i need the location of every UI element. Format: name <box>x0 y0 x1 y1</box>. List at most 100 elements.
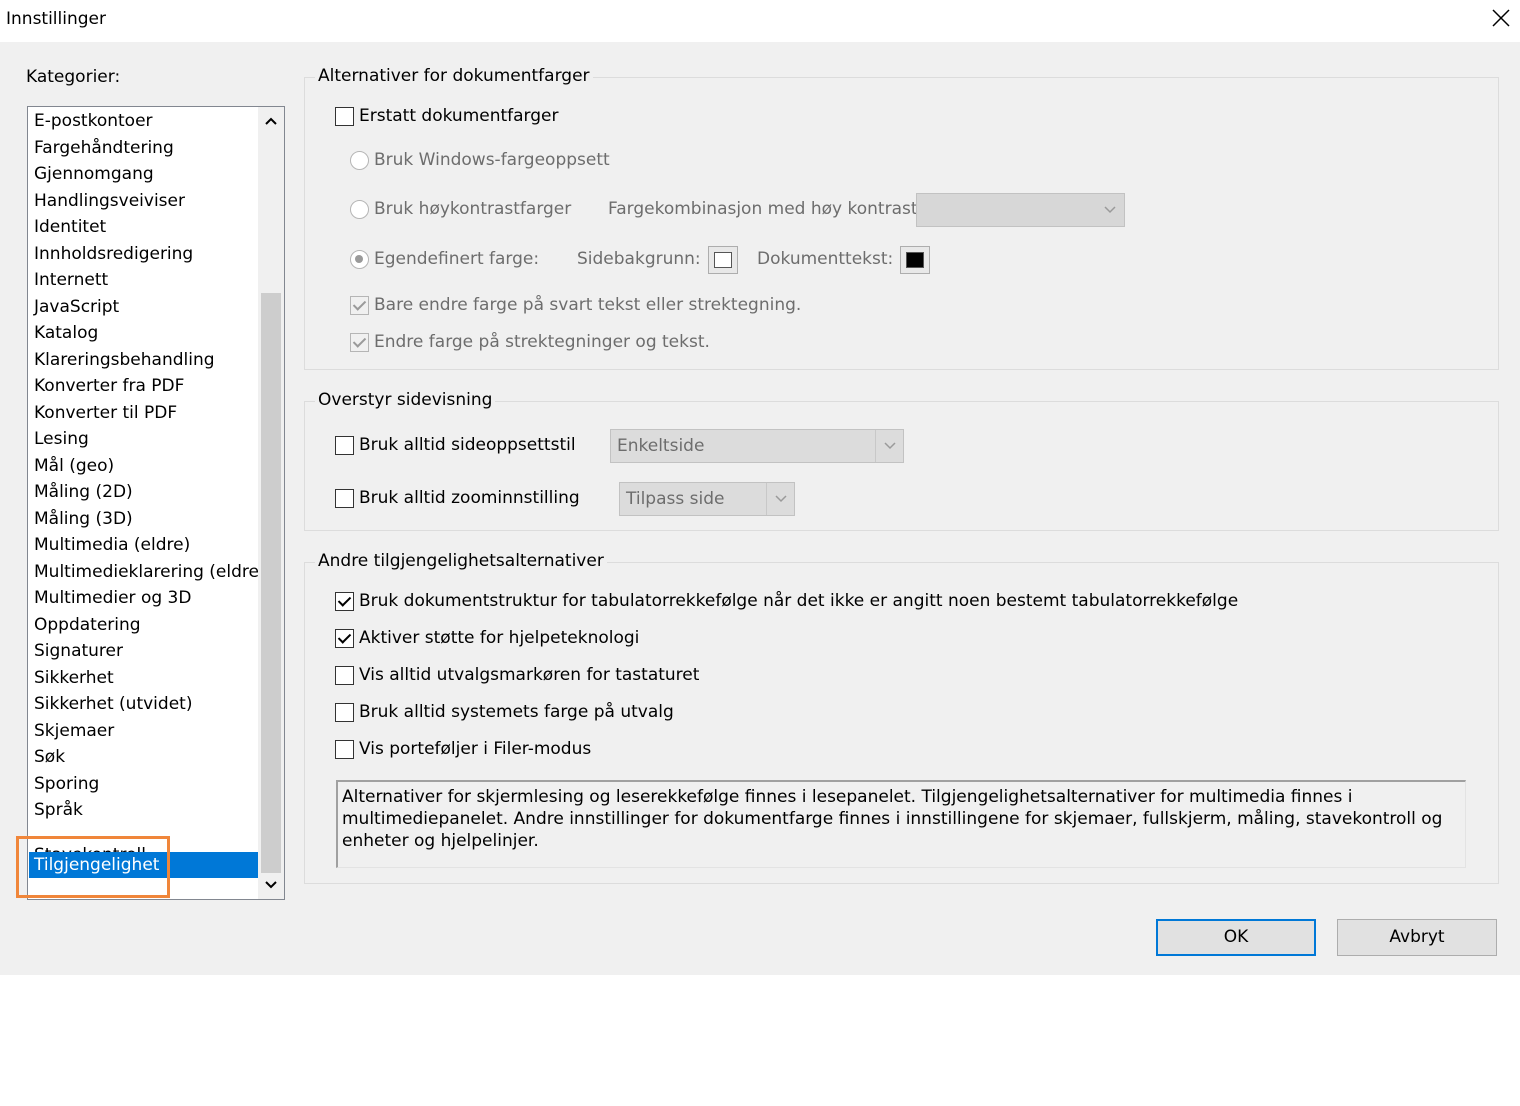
list-item[interactable]: Språk <box>29 797 258 823</box>
accessibility-option[interactable]: Bruk alltid systemets farge på utvalg <box>335 702 674 722</box>
layout-select-value: Enkeltside <box>617 436 705 456</box>
zoom-select[interactable]: Tilpass side <box>619 482 795 516</box>
document-colors-title: Alternativer for dokumentfarger <box>315 65 593 87</box>
accessibility-option-checkbox[interactable] <box>335 628 354 648</box>
list-item[interactable]: Gjennomgang <box>29 161 258 187</box>
only-black-text-option[interactable]: Bare endre farge på svart tekst eller st… <box>350 295 801 315</box>
high-contrast-combo-label: Fargekombinasjon med høy kontrast: <box>608 199 924 219</box>
high-contrast-combo[interactable] <box>916 193 1125 227</box>
categories-label: Kategorier: <box>26 67 121 87</box>
accessibility-option-checkbox[interactable] <box>335 665 354 685</box>
list-item[interactable]: Multimedier og 3D <box>29 585 258 611</box>
list-item[interactable]: Signaturer <box>29 638 258 664</box>
page-display-title: Overstyr sidevisning <box>315 389 496 411</box>
accessibility-option[interactable]: Aktiver støtte for hjelpeteknologi <box>335 628 639 648</box>
windows-scheme-radio[interactable] <box>350 150 369 170</box>
high-contrast-label: Bruk høykontrastfarger <box>374 199 572 219</box>
accessibility-option-checkbox[interactable] <box>335 591 354 611</box>
only-black-text-checkbox[interactable] <box>350 295 369 315</box>
document-text-swatch[interactable] <box>900 246 930 274</box>
accessibility-option-label: Bruk dokumentstruktur for tabulatorrekke… <box>359 591 1239 611</box>
zoom-select-value: Tilpass side <box>626 489 725 509</box>
high-contrast-option[interactable]: Bruk høykontrastfarger <box>350 199 571 219</box>
list-item[interactable]: Identitet <box>29 214 258 240</box>
custom-color-radio[interactable] <box>350 249 369 269</box>
accessibility-option-label: Aktiver støtte for hjelpeteknologi <box>359 628 640 648</box>
layout-option[interactable]: Bruk alltid sideoppsettstil <box>335 435 576 455</box>
list-item[interactable]: Klareringsbehandling <box>29 347 258 373</box>
page-background-color <box>714 252 732 268</box>
list-item[interactable]: Konverter til PDF <box>29 400 258 426</box>
accessibility-option[interactable]: Vis alltid utvalgsmarkøren for tastature… <box>335 665 699 685</box>
list-item[interactable]: E-postkontoer <box>29 108 258 134</box>
zoom-option[interactable]: Bruk alltid zoominnstilling <box>335 488 580 508</box>
accessibility-option[interactable]: Bruk dokumentstruktur for tabulatorrekke… <box>335 591 1238 611</box>
list-item[interactable]: Internett <box>29 267 258 293</box>
layout-checkbox[interactable] <box>335 435 354 455</box>
list-item[interactable]: Katalog <box>29 320 258 346</box>
chevron-down-icon <box>884 442 896 450</box>
list-item[interactable]: Sporing <box>29 771 258 797</box>
list-item[interactable]: Sikkerhet <box>29 665 258 691</box>
list-item[interactable]: Fargehåndtering <box>29 135 258 161</box>
close-button[interactable] <box>1480 0 1520 40</box>
only-black-text-label: Bare endre farge på svart tekst eller st… <box>374 295 802 315</box>
list-item[interactable]: Skjemaer <box>29 718 258 744</box>
scroll-down-button[interactable] <box>258 871 284 899</box>
layout-select[interactable]: Enkeltside <box>610 429 904 463</box>
chevron-down-icon <box>775 495 787 503</box>
list-item[interactable]: Handlingsveiviser <box>29 188 258 214</box>
accessibility-option-label: Vis alltid utvalgsmarkøren for tastature… <box>359 665 700 685</box>
change-line-art-option[interactable]: Endre farge på strektegninger og tekst. <box>350 332 710 352</box>
list-item[interactable]: JavaScript <box>29 294 258 320</box>
categories-list[interactable]: E-postkontoer Fargehåndtering Gjennomgang H… <box>27 106 285 900</box>
page-background-swatch[interactable] <box>708 246 738 274</box>
list-item[interactable]: Mål (geo) <box>29 453 258 479</box>
categories-scrollbar[interactable] <box>258 107 284 899</box>
list-item[interactable]: Konverter fra PDF <box>29 373 258 399</box>
document-text-label: Dokumenttekst: <box>757 249 894 269</box>
replace-colors-option[interactable]: Erstatt dokumentfarger <box>335 106 558 126</box>
high-contrast-combo-arrow <box>1096 194 1124 226</box>
accessibility-option-checkbox[interactable] <box>335 702 354 722</box>
replace-colors-label: Erstatt dokumentfarger <box>359 106 559 126</box>
change-line-art-checkbox[interactable] <box>350 332 369 352</box>
cancel-button[interactable]: Avbryt <box>1337 919 1497 956</box>
other-accessibility-title: Andre tilgjengelighetsalternativer <box>315 550 607 572</box>
zoom-checkbox[interactable] <box>335 488 354 508</box>
list-item[interactable]: Multimedia (eldre) <box>29 532 258 558</box>
high-contrast-radio[interactable] <box>350 199 369 219</box>
selection-highlight-annotation <box>16 836 170 898</box>
windows-scheme-option[interactable]: Bruk Windows-fargeoppsett <box>350 150 610 170</box>
list-item[interactable]: Sikkerhet (utvidet) <box>29 691 258 717</box>
chevron-down-icon <box>1104 206 1116 214</box>
list-item[interactable]: Måling (3D) <box>29 506 258 532</box>
layout-select-arrow <box>875 430 903 462</box>
change-line-art-label: Endre farge på strektegninger og tekst. <box>374 332 710 352</box>
ok-button[interactable]: OK <box>1156 919 1316 956</box>
accessibility-info-text: Alternativer for skjermlesing og leserek… <box>336 780 1466 868</box>
list-item[interactable]: Søk <box>29 744 258 770</box>
list-item[interactable]: Oppdatering <box>29 612 258 638</box>
page-background-label: Sidebakgrunn: <box>577 249 701 269</box>
close-icon <box>1492 9 1510 27</box>
accessibility-option-label: Bruk alltid systemets farge på utvalg <box>359 702 674 722</box>
scroll-up-button[interactable] <box>258 107 284 135</box>
page-display-group: Overstyr sidevisning <box>304 389 1499 531</box>
accessibility-option[interactable]: Vis porteføljer i Filer-modus <box>335 739 591 759</box>
list-item[interactable]: Måling (2D) <box>29 479 258 505</box>
windows-scheme-label: Bruk Windows-fargeoppsett <box>374 150 610 170</box>
replace-colors-checkbox[interactable] <box>335 106 354 126</box>
title-bar: Innstillinger <box>0 0 1520 42</box>
scroll-thumb[interactable] <box>261 293 281 873</box>
document-text-color <box>906 252 924 268</box>
accessibility-option-checkbox[interactable] <box>335 739 354 759</box>
list-item[interactable]: Lesing <box>29 426 258 452</box>
list-item[interactable]: Innholdsredigering <box>29 241 258 267</box>
custom-color-option[interactable]: Egendefinert farge: <box>350 249 539 269</box>
zoom-label: Bruk alltid zoominnstilling <box>359 488 580 508</box>
list-item[interactable]: Multimedieklarering (eldre) <box>29 559 258 585</box>
zoom-select-arrow <box>766 483 794 515</box>
window-title: Innstillinger <box>6 9 106 29</box>
preferences-dialog: Innstillinger Kategorier: E-postkontoer F… <box>0 0 1520 975</box>
